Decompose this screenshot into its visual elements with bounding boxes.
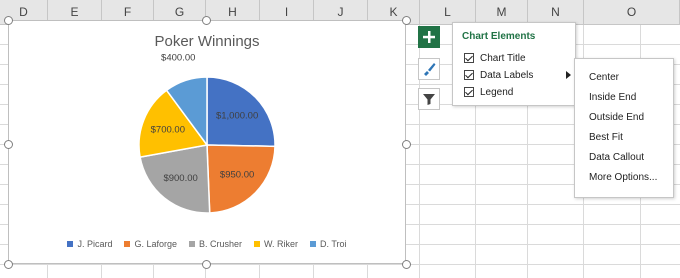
menu-item-inside-end[interactable]: Inside End [589, 92, 636, 103]
menu-item-center[interactable]: Center [589, 72, 619, 83]
column-header[interactable]: O [584, 0, 680, 24]
data-labels-option[interactable]: Data Labels [464, 68, 574, 82]
chart-elements-panel: Chart Elements Chart Title Data Labels L… [452, 22, 576, 106]
menu-item-more-options[interactable]: More Options... [589, 172, 657, 183]
legend-checkbox[interactable] [464, 87, 474, 97]
chart-title-checkbox[interactable] [464, 53, 474, 63]
pie-chart-plot[interactable]: $1,000.00 $950.00 $900.00 $700.00 $400.00 [9, 21, 407, 265]
resize-handle[interactable] [4, 16, 13, 25]
legend-swatch [124, 241, 131, 247]
resize-handle[interactable] [402, 260, 411, 269]
panel-title: Chart Elements [462, 31, 536, 42]
menu-item-best-fit[interactable]: Best Fit [589, 132, 623, 143]
data-label[interactable]: $700.00 [151, 124, 185, 135]
chart-legend[interactable]: J. Picard G. Laforge B. Crusher W. Riker D. … [9, 239, 405, 249]
data-label[interactable]: $900.00 [163, 173, 197, 184]
chart-styles-button[interactable] [418, 58, 440, 80]
plus-icon [423, 31, 435, 43]
column-header[interactable]: M [476, 0, 528, 24]
menu-item-outside-end[interactable]: Outside End [589, 112, 644, 123]
legend-swatch [254, 241, 261, 247]
legend-item[interactable]: J. Picard [67, 239, 112, 249]
column-header[interactable]: L [420, 0, 476, 24]
legend-swatch [310, 241, 317, 247]
option-label: Data Labels [480, 69, 534, 81]
resize-handle[interactable] [202, 260, 211, 269]
legend-item[interactable]: W. Riker [254, 239, 298, 249]
chart-elements-button[interactable] [418, 26, 440, 48]
legend-item[interactable]: G. Laforge [124, 239, 177, 249]
resize-handle[interactable] [202, 16, 211, 25]
resize-handle[interactable] [4, 260, 13, 269]
legend-swatch [189, 241, 195, 247]
legend-label: B. Crusher [199, 239, 243, 249]
legend-label: G. Laforge [134, 239, 177, 249]
data-label[interactable]: $1,000.00 [216, 110, 258, 121]
data-label[interactable]: $400.00 [161, 53, 195, 64]
legend-label: D. Troi [320, 239, 347, 249]
menu-item-data-callout[interactable]: Data Callout [589, 152, 644, 163]
legend-item[interactable]: B. Crusher [189, 239, 242, 249]
option-label: Legend [480, 86, 514, 98]
pie-chart[interactable]: Poker Winnings $1,000.00 $950.00 $900.00 $7… [8, 20, 406, 264]
data-label[interactable]: $950.00 [220, 170, 254, 181]
column-header[interactable]: N [528, 0, 584, 24]
resize-handle[interactable] [4, 140, 13, 149]
data-labels-submenu: Center Inside End Outside End Best Fit D… [574, 58, 674, 198]
legend-label: J. Picard [77, 239, 113, 249]
chart-filters-button[interactable] [418, 88, 440, 110]
chart-title-option[interactable]: Chart Title [464, 51, 526, 65]
legend-option[interactable]: Legend [464, 85, 513, 99]
filter-icon [423, 94, 435, 105]
legend-swatch [67, 241, 74, 247]
legend-label: W. Riker [264, 239, 299, 249]
brush-icon [424, 63, 436, 76]
resize-handle[interactable] [402, 140, 411, 149]
legend-item[interactable]: D. Troi [310, 239, 347, 249]
data-labels-checkbox[interactable] [464, 70, 474, 80]
option-label: Chart Title [480, 52, 526, 64]
submenu-arrow-icon[interactable] [566, 71, 571, 79]
resize-handle[interactable] [402, 16, 411, 25]
